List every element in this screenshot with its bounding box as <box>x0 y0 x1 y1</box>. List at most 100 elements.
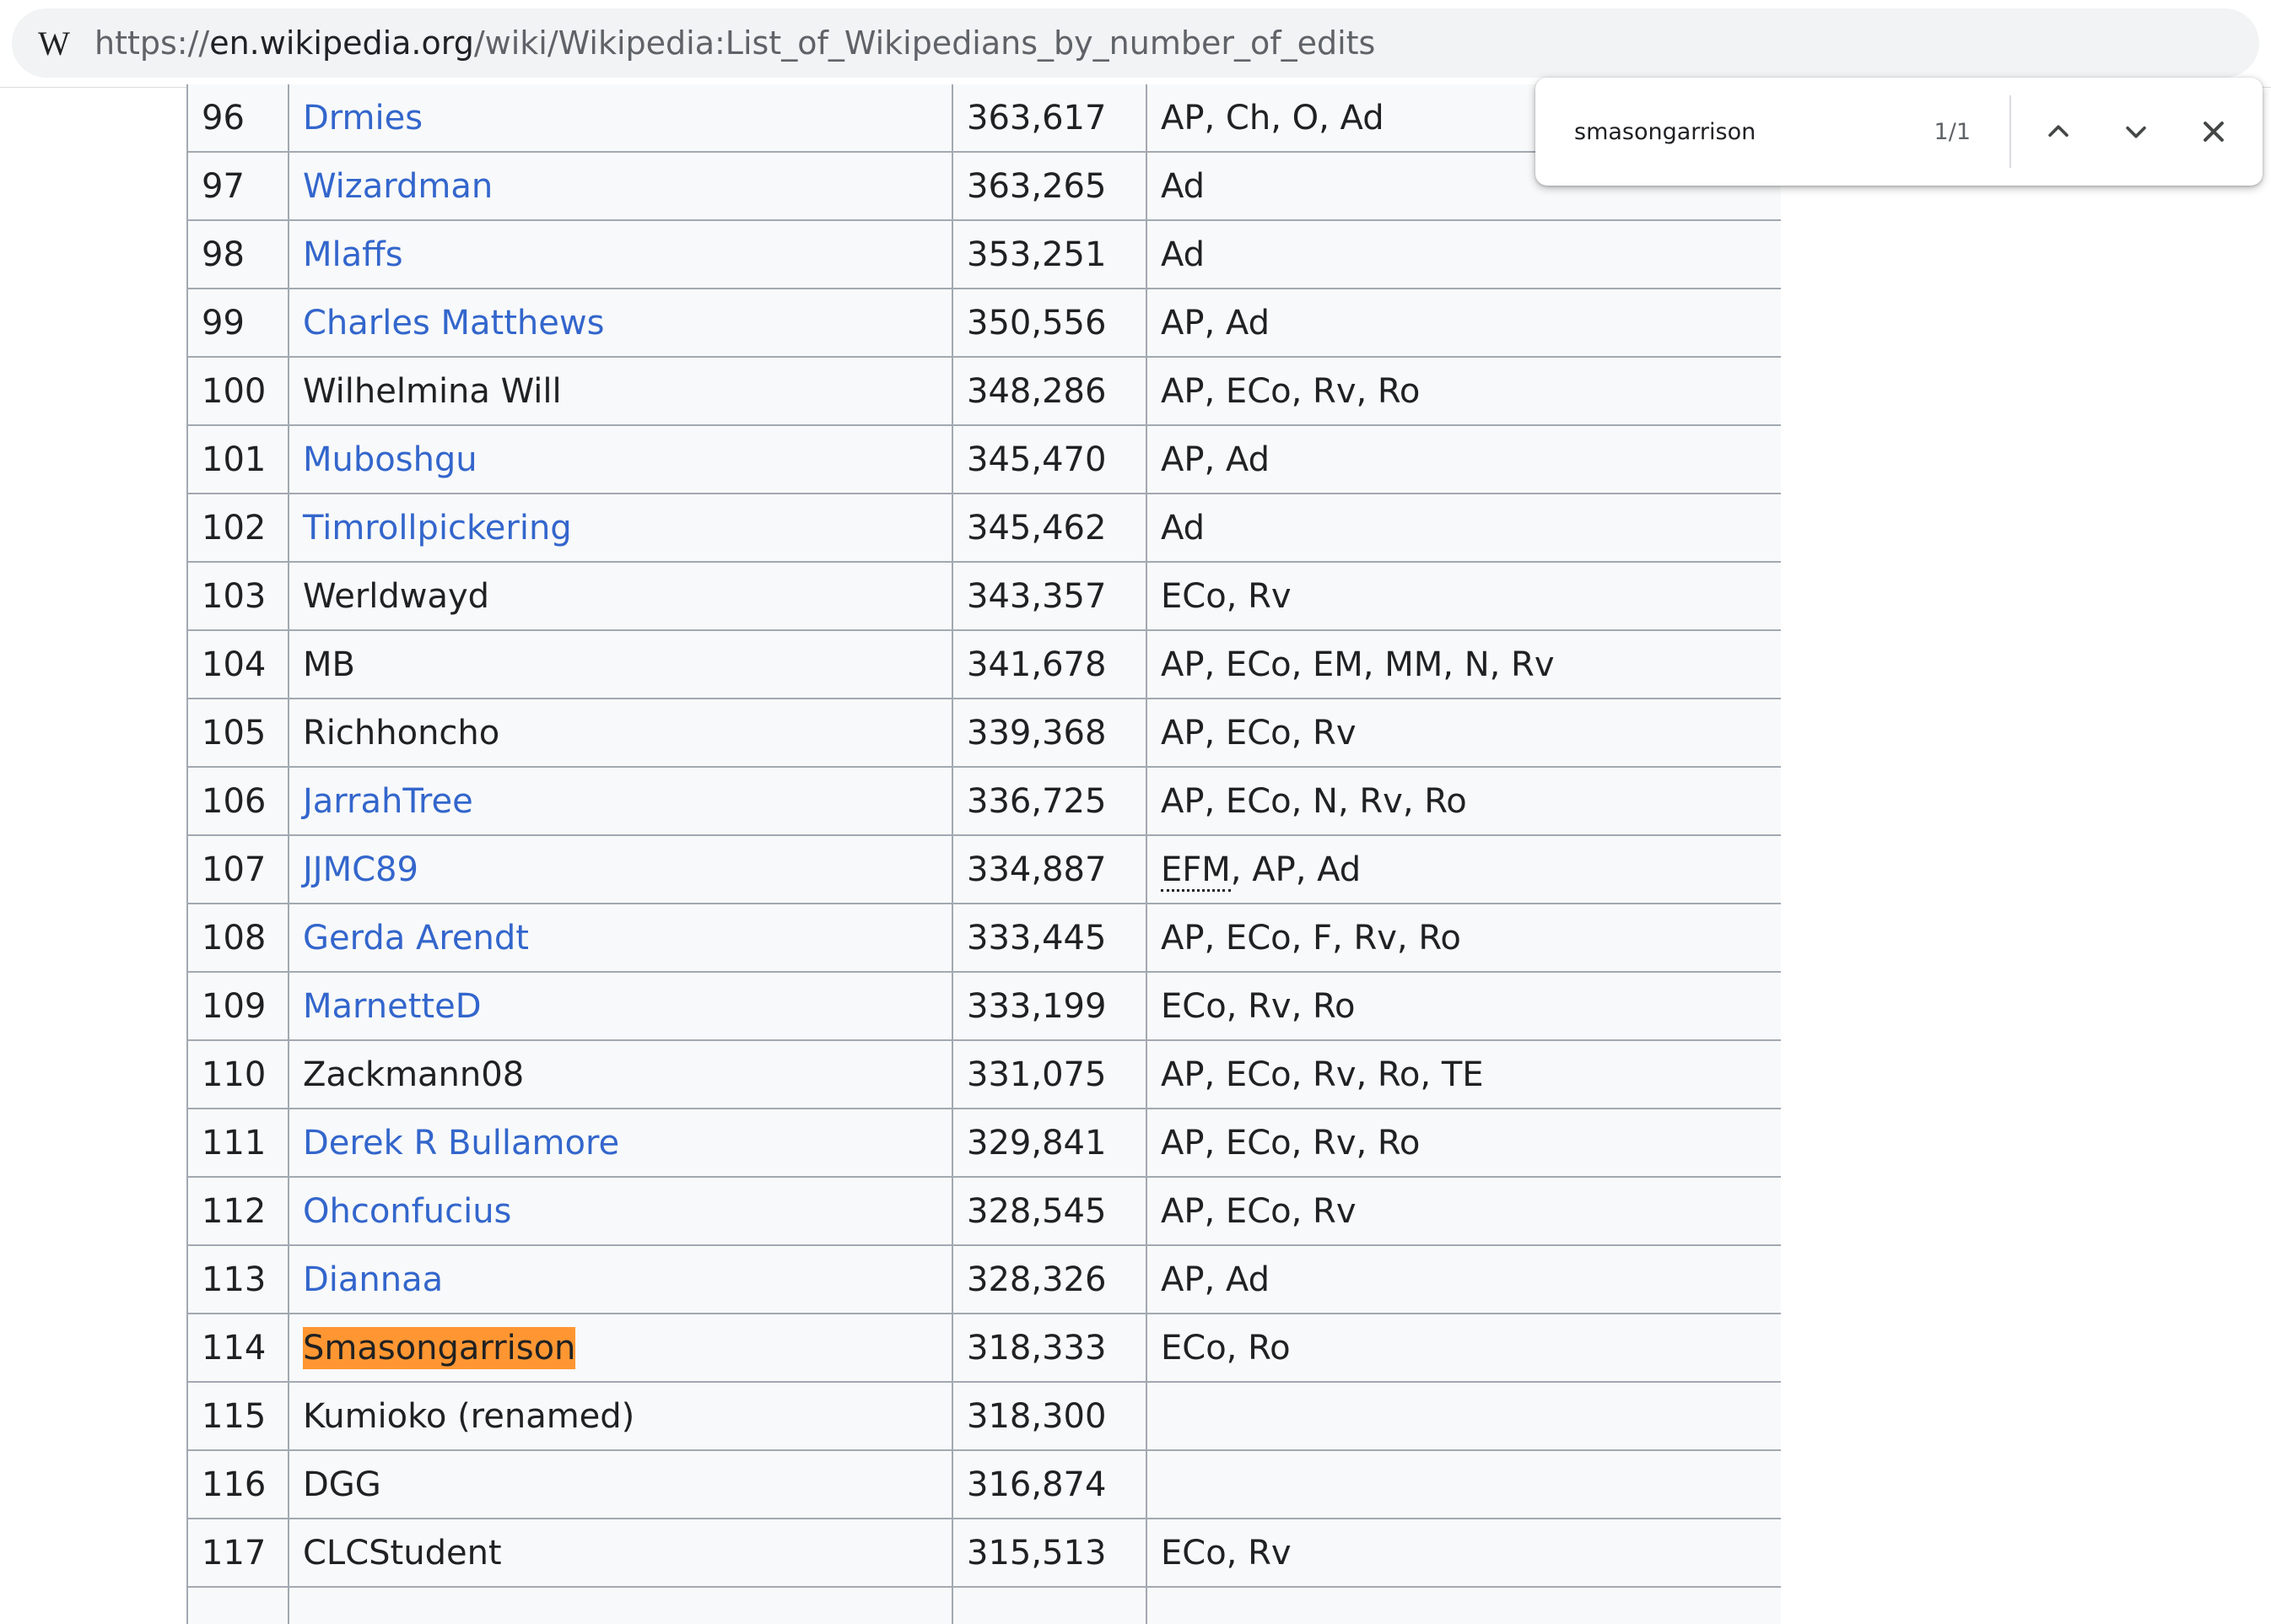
edits-cell: 350,556 <box>952 288 1147 358</box>
user-link[interactable]: Wizardman <box>303 167 493 206</box>
table-row: 114 Smasongarrison 318,333 ECo, Ro <box>186 1313 1781 1383</box>
table-row: 98 Mlaffs 353,251 Ad <box>186 219 1781 289</box>
rank-cell: 98 <box>186 219 289 289</box>
user-cell: Smasongarrison <box>288 1313 953 1383</box>
user-groups-cell: AP, ECo, F, Rv, Ro <box>1146 903 1781 973</box>
user-cell: Ohconfucius <box>288 1176 953 1246</box>
rank-cell: 115 <box>186 1381 289 1451</box>
user-groups-text: AP, Ad <box>1161 1260 1270 1299</box>
user-link[interactable]: Ohconfucius <box>303 1192 511 1231</box>
user-cell: Diannaa <box>288 1244 953 1314</box>
wikipedians-table: 96 Drmies 363,617 AP, Ch, O, Ad 97 Wizardman 3… <box>186 84 1781 1624</box>
user-groups-text: ECo, Rv, Ro <box>1161 986 1356 1026</box>
user-name: Wilhelmina Will <box>303 371 562 411</box>
user-cell: MB <box>288 629 953 699</box>
table-row: 99 Charles Matthews 350,556 AP, Ad <box>186 288 1781 358</box>
user-cell: Charles Matthews <box>288 288 953 358</box>
edits-cell: 331,075 <box>952 1039 1147 1109</box>
edits-cell: 348,286 <box>952 356 1147 426</box>
user-groups-text: AP, ECo, EM, MM, N, Rv <box>1161 645 1555 684</box>
user-cell: DGG <box>288 1449 953 1519</box>
user-cell: Drmies <box>288 84 953 153</box>
table-row: 100 Wilhelmina Will 348,286 AP, ECo, Rv, Ro <box>186 356 1781 426</box>
user-cell: Wizardman <box>288 151 953 221</box>
rank-cell: 109 <box>186 971 289 1041</box>
user-link[interactable]: Drmies <box>303 99 423 138</box>
find-close-button[interactable] <box>2183 101 2244 162</box>
table-row: 103 Werldwayd 343,357 ECo, Rv <box>186 561 1781 631</box>
user-groups-cell: AP, Ad <box>1146 288 1781 358</box>
user-link[interactable]: Charles Matthews <box>303 304 604 343</box>
user-groups-text: AP, ECo, Rv, Ro, TE <box>1161 1055 1484 1094</box>
find-input[interactable] <box>1572 117 1880 146</box>
find-in-page-bar: 1/1 <box>1535 78 2263 186</box>
user-name: Kumioko (renamed) <box>303 1396 635 1436</box>
user-groups-cell: AP, ECo, N, Rv, Ro <box>1146 766 1781 836</box>
rank-cell: 103 <box>186 561 289 631</box>
edits-cell: 329,841 <box>952 1108 1147 1178</box>
close-icon <box>2204 121 2224 142</box>
user-groups-cell: ECo, Rv <box>1146 1518 1781 1588</box>
user-link[interactable]: Muboshgu <box>303 440 477 479</box>
rank-cell: 99 <box>186 288 289 358</box>
edits-table-container: 96 Drmies 363,617 AP, Ch, O, Ad 97 Wizardman 3… <box>186 84 1781 1624</box>
user-groups-text: AP, ECo, N, Rv, Ro <box>1161 781 1467 821</box>
url-text[interactable]: https://en.wikipedia.org/wiki/Wikipedia:… <box>94 24 1375 62</box>
edits-cell: 318,333 <box>952 1313 1147 1383</box>
edits-cell: 333,445 <box>952 903 1147 973</box>
url-scheme: https:// <box>94 24 210 62</box>
user-groups-text: ECo, Ro <box>1161 1328 1291 1368</box>
table-row: 106 JarrahTree 336,725 AP, ECo, N, Rv, Ro <box>186 766 1781 836</box>
user-cell: JarrahTree <box>288 766 953 836</box>
table-row: 116 DGG 316,874 <box>186 1449 1781 1519</box>
user-groups-text: AP, ECo, Rv, Ro <box>1161 1123 1421 1163</box>
user-cell: Gerda Arendt <box>288 903 953 973</box>
group-abbreviation[interactable]: EFM <box>1161 850 1231 892</box>
edits-cell: 339,368 <box>952 698 1147 768</box>
user-groups-text: ECo, Rv <box>1161 1533 1292 1573</box>
table-row: 112 Ohconfucius 328,545 AP, ECo, Rv <box>186 1176 1781 1246</box>
edits-cell: 345,470 <box>952 424 1147 494</box>
table-row: 115 Kumioko (renamed) 318,300 <box>186 1381 1781 1451</box>
user-link[interactable]: JarrahTree <box>303 782 473 821</box>
user-link[interactable]: MarnetteD <box>303 987 482 1026</box>
rank-cell: 112 <box>186 1176 289 1246</box>
rank-cell: 100 <box>186 356 289 426</box>
edits-cell: 345,462 <box>952 493 1147 563</box>
table-row: 109 MarnetteD 333,199 ECo, Rv, Ro <box>186 971 1781 1041</box>
user-groups-text: AP, ECo, Rv <box>1161 713 1357 753</box>
rank-cell: 96 <box>186 84 289 153</box>
user-groups-cell <box>1146 1381 1781 1451</box>
user-name: Werldwayd <box>303 576 490 616</box>
user-name: CLCStudent <box>303 1533 502 1573</box>
table-row: 105 Richhoncho 339,368 AP, ECo, Rv <box>186 698 1781 768</box>
user-name: Zackmann08 <box>303 1055 525 1094</box>
user-link[interactable]: Diannaa <box>303 1260 443 1299</box>
user-groups-cell: AP, ECo, Rv <box>1146 1176 1781 1246</box>
url-host: en.wikipedia.org <box>209 24 474 62</box>
edits-cell: 363,617 <box>952 84 1147 153</box>
user-link[interactable]: Derek R Bullamore <box>303 1124 619 1163</box>
user-link[interactable]: JJMC89 <box>303 850 418 889</box>
edits-cell: 328,545 <box>952 1176 1147 1246</box>
rank-cell: 117 <box>186 1518 289 1588</box>
rank-cell: 102 <box>186 493 289 563</box>
user-cell: Timrollpickering <box>288 493 953 563</box>
user-link[interactable]: Timrollpickering <box>303 509 572 548</box>
user-cell: Zackmann08 <box>288 1039 953 1109</box>
user-groups-cell: AP, ECo, Rv <box>1146 698 1781 768</box>
rank-cell: 101 <box>186 424 289 494</box>
user-name: MB <box>303 645 355 684</box>
user-groups-cell: ECo, Rv, Ro <box>1146 971 1781 1041</box>
find-next-button[interactable] <box>2106 101 2166 162</box>
user-groups-cell: AP, ECo, Rv, Ro <box>1146 1108 1781 1178</box>
table-row <box>186 1586 1781 1624</box>
find-divider <box>2009 95 2011 168</box>
rank-cell: 107 <box>186 834 289 904</box>
user-link[interactable]: Gerda Arendt <box>303 919 529 958</box>
find-previous-button[interactable] <box>2028 101 2089 162</box>
user-link[interactable]: Mlaffs <box>303 235 403 274</box>
address-bar[interactable]: W https://en.wikipedia.org/wiki/Wikipedi… <box>12 8 2259 78</box>
chevron-up-icon <box>2048 125 2069 138</box>
table-row: 111 Derek R Bullamore 329,841 AP, ECo, Rv, … <box>186 1108 1781 1178</box>
